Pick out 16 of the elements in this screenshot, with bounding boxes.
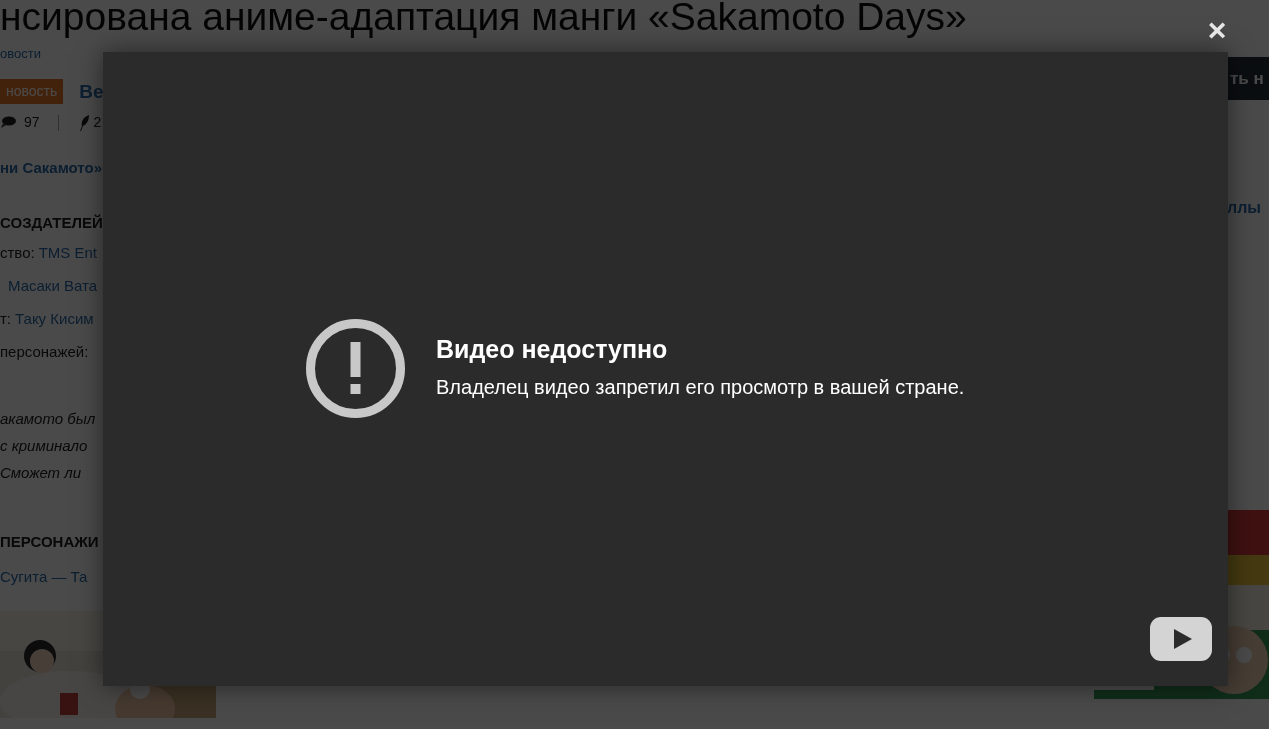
article-title: нсирована аниме-адаптация манги «Sakamoto Days» xyxy=(0,0,967,38)
credit-label: персонажей: xyxy=(0,342,89,362)
synopsis-line: акамото был xyxy=(0,409,96,429)
youtube-logo-icon[interactable] xyxy=(1150,617,1212,661)
error-title: Видео недоступно xyxy=(436,334,669,364)
warning-icon xyxy=(305,317,406,419)
comment-count: 97 xyxy=(24,113,40,132)
synopsis-line: с криминало xyxy=(0,436,88,456)
section-heading: СОЗДАТЕЛЕЙ xyxy=(0,212,103,233)
close-button[interactable]: × xyxy=(1203,12,1231,48)
like-count: 2 xyxy=(93,113,102,132)
credit-label: т: xyxy=(0,309,12,329)
error-message: Владелец видео запретил его просмотр в вашей стране. xyxy=(436,375,965,400)
section-heading: ПЕРСОНАЖИ xyxy=(0,532,99,552)
synopsis-line: Сможет ли xyxy=(0,463,82,483)
credit-label: ство: xyxy=(0,243,35,263)
